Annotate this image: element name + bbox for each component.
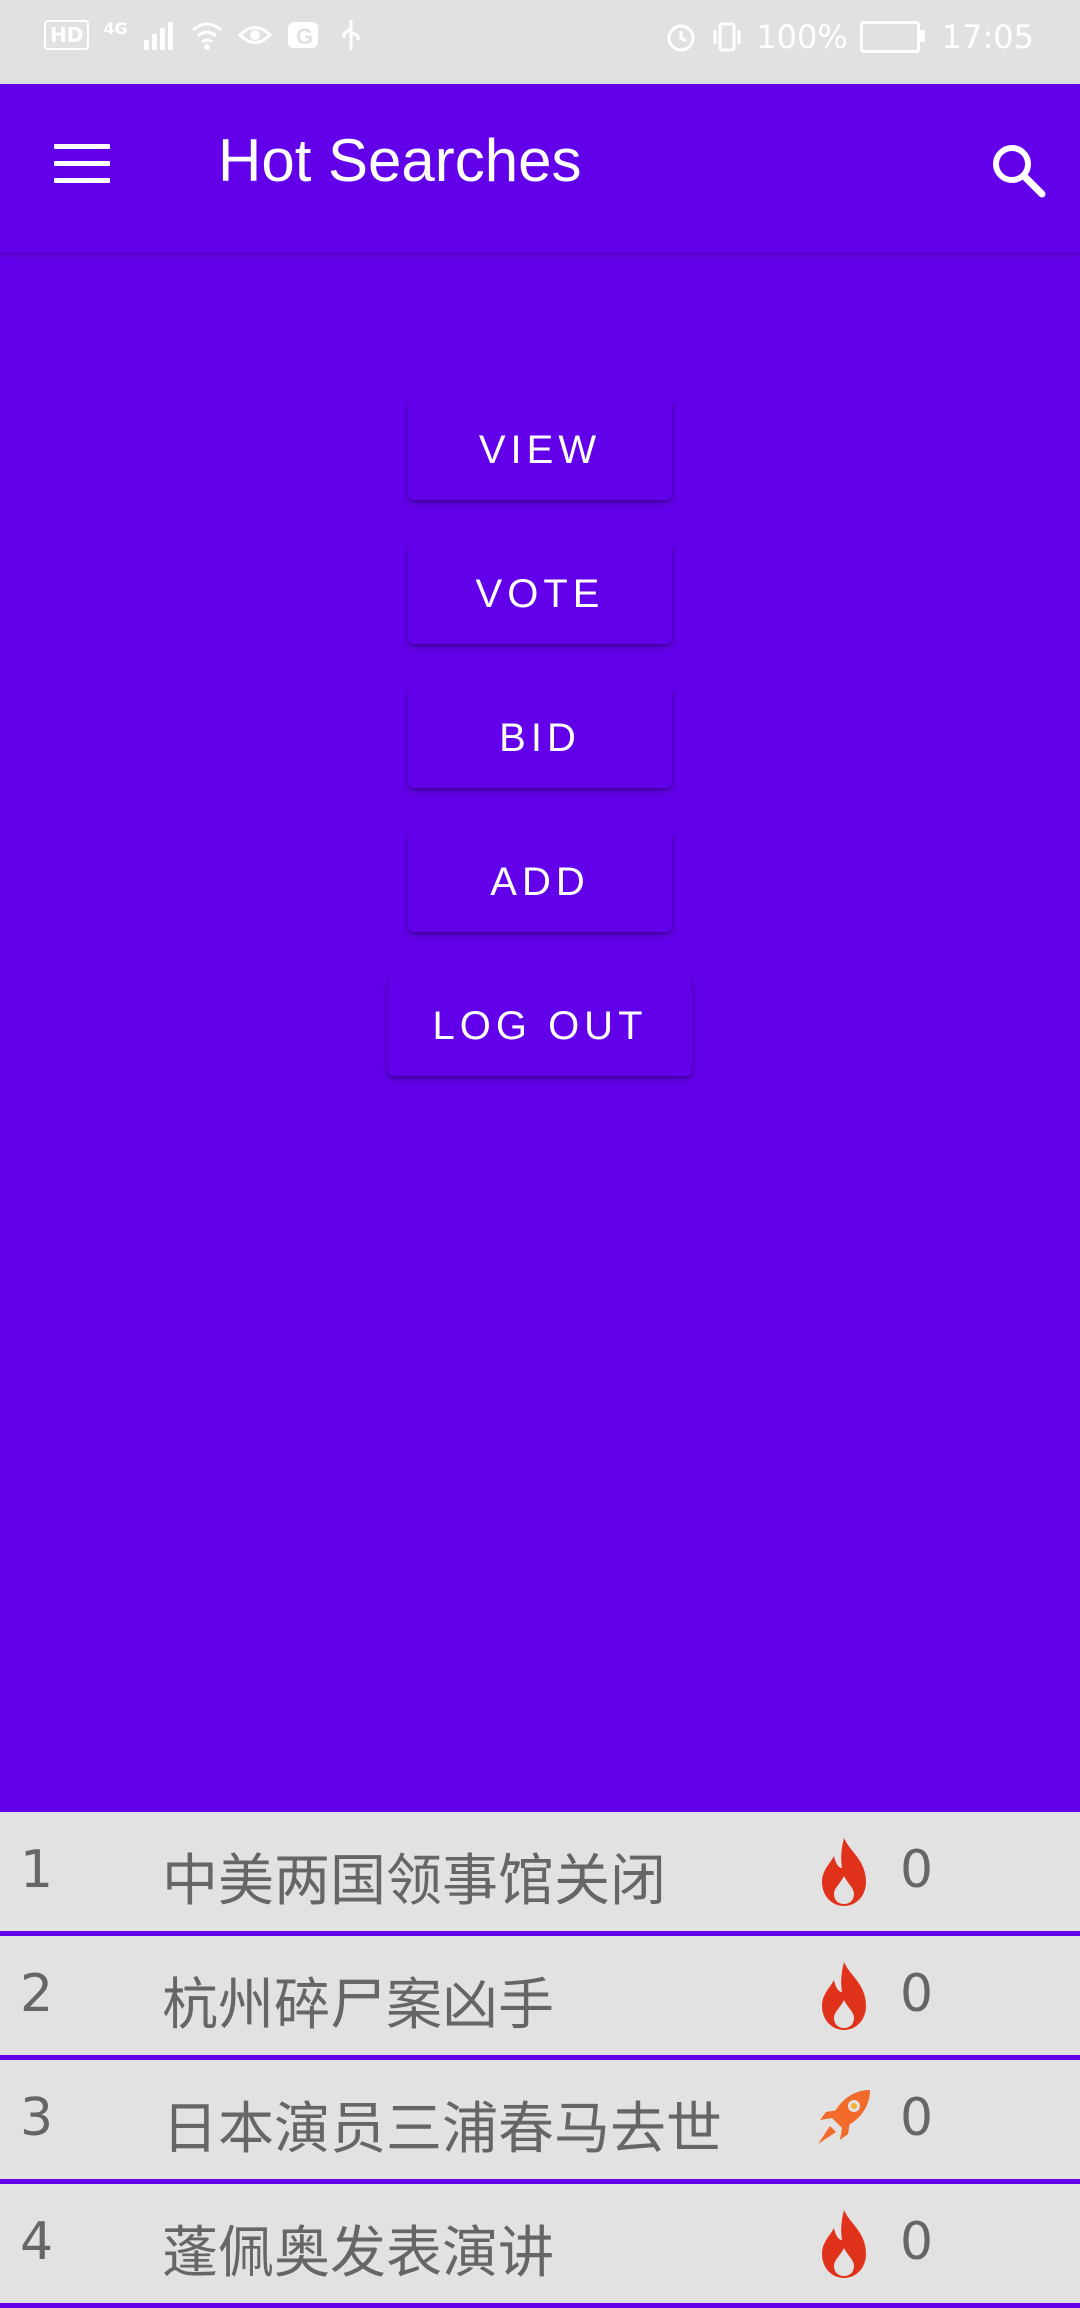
rank-number: 1 — [20, 1840, 54, 1900]
g-app-icon: G — [287, 22, 318, 49]
fire-icon — [822, 1962, 866, 2030]
topic-title: 中美两国领事馆关闭 — [162, 1849, 666, 1914]
svg-text:G: G — [296, 24, 313, 49]
list-item[interactable]: 2 杭州碎尸案凶手 0 — [0, 1936, 1080, 2060]
heat-count: 0 — [900, 1964, 934, 2024]
list-item[interactable]: 1 中美两国领事馆关闭 0 — [0, 1812, 1080, 1936]
page-title: Hot Searches — [218, 127, 582, 194]
view-button[interactable]: VIEW — [408, 400, 672, 500]
add-button[interactable]: ADD — [408, 832, 672, 932]
fire-icon — [822, 1838, 866, 1906]
vibrate-icon — [713, 22, 741, 52]
fire-icon — [822, 2210, 866, 2278]
eye-icon — [237, 26, 272, 44]
status-right: 100% 17:05 — [664, 18, 1034, 56]
rank-number: 2 — [20, 1964, 54, 2024]
wifi-icon — [191, 22, 222, 50]
network-type-label: 4G — [103, 18, 128, 38]
signal-icon — [143, 22, 173, 50]
rank-number: 4 — [20, 2212, 54, 2272]
app-bar: Hot Searches — [0, 84, 1080, 252]
alarm-icon — [667, 24, 695, 52]
battery-icon — [859, 21, 925, 53]
rank-number: 3 — [20, 2088, 54, 2148]
logout-button[interactable]: LOG OUT — [388, 976, 692, 1076]
battery-percent: 100% — [756, 18, 848, 56]
search-icon[interactable] — [986, 138, 1050, 202]
topic-title: 杭州碎尸案凶手 — [162, 1973, 554, 2038]
usb-icon — [342, 20, 360, 50]
rocket-icon — [818, 2090, 870, 2144]
heat-count: 0 — [900, 1840, 934, 1900]
list-item[interactable]: 3 日本演员三浦春马去世 0 — [0, 2060, 1080, 2184]
topic-title: 日本演员三浦春马去世 — [162, 2097, 722, 2162]
clock-time: 17:05 — [941, 18, 1034, 56]
bid-button[interactable]: BID — [408, 688, 672, 788]
list-item[interactable]: 4 蓬佩奥发表演讲 0 — [0, 2184, 1080, 2308]
status-bar: HD 4G G 100% 17:05 — [0, 0, 1080, 84]
vote-button[interactable]: VOTE — [408, 544, 672, 644]
hamburger-menu-icon[interactable] — [54, 144, 110, 188]
hd-badge: HD — [44, 20, 90, 50]
topic-title: 蓬佩奥发表演讲 — [162, 2221, 554, 2286]
heat-count: 0 — [900, 2088, 934, 2148]
heat-count: 0 — [900, 2212, 934, 2272]
status-left: HD 4G G — [44, 18, 368, 52]
